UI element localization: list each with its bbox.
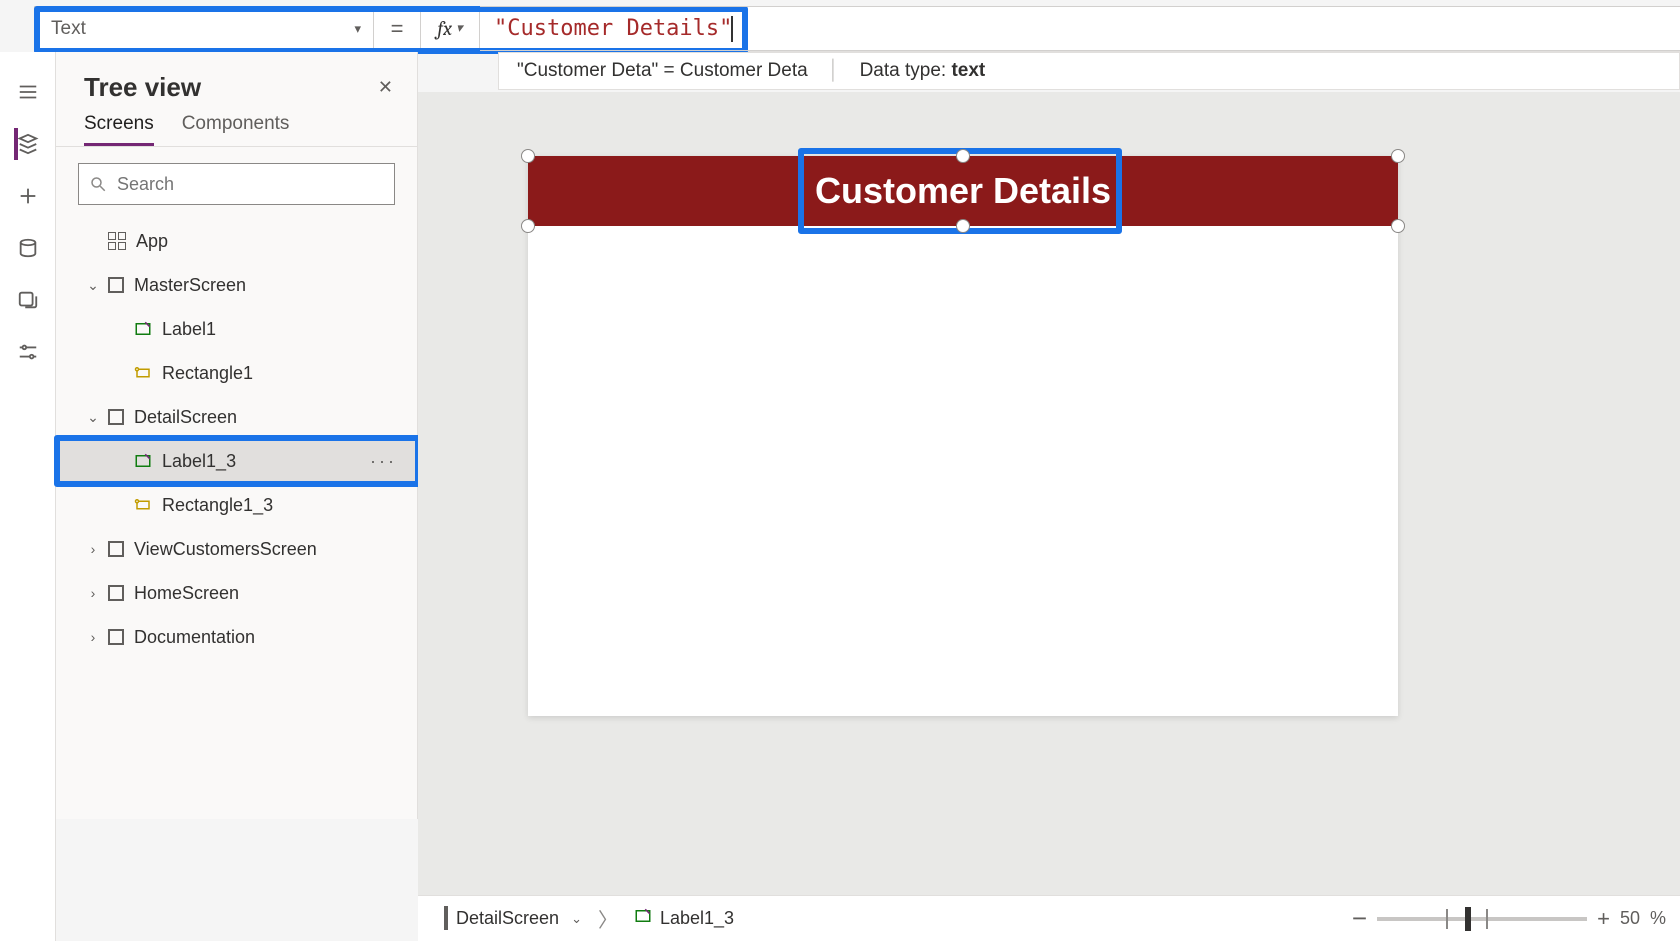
tree-item-label: App <box>136 231 168 252</box>
chevron-down-icon: ▾ <box>354 21 361 37</box>
media-rail-button[interactable] <box>14 286 42 314</box>
zoom-percent: % <box>1650 908 1666 929</box>
label-icon <box>134 320 152 338</box>
data-rail-button[interactable] <box>14 234 42 262</box>
formula-value: "Customer Details" <box>494 16 732 41</box>
tree-search[interactable] <box>78 163 395 205</box>
property-dropdown[interactable]: Text ▾ <box>34 6 374 51</box>
label-icon <box>634 907 652 930</box>
tree-item-documentation[interactable]: › Documentation <box>56 615 417 659</box>
banner-rectangle[interactable]: Customer Details <box>528 156 1398 226</box>
tree-item-masterscreen[interactable]: ⌄ MasterScreen <box>56 263 417 307</box>
chevron-right-icon[interactable]: › <box>84 629 102 645</box>
breadcrumb-screen[interactable]: DetailScreen ⌄ <box>432 908 594 929</box>
zoom-value: 50 <box>1620 908 1640 929</box>
screen-icon <box>108 409 124 425</box>
data-type-value: text <box>951 60 985 81</box>
artboard-detailscreen[interactable]: Customer Details <box>528 156 1398 716</box>
selection-handle[interactable] <box>521 219 535 233</box>
rectangle-icon <box>134 364 152 382</box>
selection-handle[interactable] <box>956 219 970 233</box>
screen-icon <box>444 908 448 929</box>
divider: │ <box>828 60 840 82</box>
tree-item-rectangle1[interactable]: Rectangle1 <box>56 351 417 395</box>
tree-item-label1-3[interactable]: Label1_3 ··· <box>56 439 417 483</box>
tree-item-label: MasterScreen <box>134 275 246 296</box>
chevron-down-icon[interactable]: ⌄ <box>571 911 582 927</box>
zoom-in-button[interactable]: + <box>1597 906 1610 932</box>
app-icon <box>108 232 126 250</box>
screen-icon <box>108 277 124 293</box>
chevron-right-icon[interactable]: › <box>84 585 102 601</box>
label-icon <box>134 452 152 470</box>
tree-item-homescreen[interactable]: › HomeScreen <box>56 571 417 615</box>
tree-item-label: Rectangle1 <box>162 363 253 384</box>
tree-item-label: Label1 <box>162 319 216 340</box>
hamburger-icon[interactable] <box>14 78 42 106</box>
rectangle-icon <box>134 496 152 514</box>
formula-bar: Text ▾ = fx ▾ "Customer Details" <box>34 6 1680 52</box>
text-cursor-icon <box>731 16 733 42</box>
formula-result-bar: "Customer Deta" = Customer Deta │ Data t… <box>498 52 1680 90</box>
tree-item-rectangle1-3[interactable]: Rectangle1_3 <box>56 483 417 527</box>
tree-item-label: ViewCustomersScreen <box>134 539 317 560</box>
tree-item-app[interactable]: App <box>56 219 417 263</box>
tree-item-label1[interactable]: Label1 <box>56 307 417 351</box>
breadcrumb-screen-label: DetailScreen <box>456 908 559 929</box>
data-type-label: Data type: <box>860 60 952 81</box>
chevron-down-icon[interactable]: ⌄ <box>84 409 102 426</box>
chevron-down-icon[interactable]: ⌄ <box>84 277 102 294</box>
tree-item-label: HomeScreen <box>134 583 239 604</box>
tree-view-panel: Tree view ✕ Screens Components App ⌄ Mas… <box>56 52 418 819</box>
screen-icon <box>108 541 124 557</box>
settings-rail-button[interactable] <box>14 338 42 366</box>
fx-label: fx <box>437 17 452 40</box>
tree-search-input[interactable] <box>117 174 394 195</box>
tree-item-label: Label1_3 <box>162 451 236 472</box>
formula-input[interactable]: "Customer Details" <box>480 6 1680 51</box>
fx-button[interactable]: fx ▾ <box>420 6 480 51</box>
tree-list: App ⌄ MasterScreen Label1 Rectangle1 ⌄ D… <box>56 215 417 659</box>
close-icon[interactable]: ✕ <box>378 77 393 98</box>
slider-thumb[interactable] <box>1465 907 1471 931</box>
zoom-controls: − + 50 % <box>1352 903 1666 934</box>
selection-handle[interactable] <box>1391 149 1405 163</box>
highlight-box-tree <box>54 435 421 487</box>
equals-label: = <box>374 6 420 51</box>
zoom-out-button[interactable]: − <box>1352 903 1367 934</box>
screen-icon <box>108 585 124 601</box>
search-icon <box>89 175 107 193</box>
breadcrumb-control-label: Label1_3 <box>660 908 734 929</box>
tab-components[interactable]: Components <box>182 113 290 146</box>
property-dropdown-value: Text <box>51 18 86 40</box>
formula-eval-text: "Customer Deta" = Customer Deta <box>517 60 808 82</box>
chevron-right-icon: 〉 <box>598 904 618 933</box>
tree-view-title: Tree view <box>84 72 201 103</box>
left-rail <box>0 52 56 941</box>
zoom-slider[interactable] <box>1377 917 1587 921</box>
tree-tabs: Screens Components <box>56 113 417 147</box>
tree-item-label: Documentation <box>134 627 255 648</box>
chevron-right-icon[interactable]: › <box>84 541 102 557</box>
banner-label[interactable]: Customer Details <box>815 170 1111 212</box>
selection-handle[interactable] <box>956 149 970 163</box>
tree-item-label: DetailScreen <box>134 407 237 428</box>
screen-icon <box>108 629 124 645</box>
selection-handle[interactable] <box>521 149 535 163</box>
insert-rail-button[interactable] <box>14 182 42 210</box>
tree-item-label: Rectangle1_3 <box>162 495 273 516</box>
selection-handle[interactable] <box>1391 219 1405 233</box>
more-icon[interactable]: ··· <box>370 451 397 472</box>
tree-view-rail-button[interactable] <box>14 130 42 158</box>
breadcrumb-bar: DetailScreen ⌄ 〉 Label1_3 − + 50 % <box>418 895 1680 941</box>
tree-item-viewcustomers[interactable]: › ViewCustomersScreen <box>56 527 417 571</box>
canvas-area[interactable]: Customer Details <box>418 92 1680 895</box>
tab-screens[interactable]: Screens <box>84 113 154 146</box>
tree-item-detailscreen[interactable]: ⌄ DetailScreen <box>56 395 417 439</box>
chevron-down-icon: ▾ <box>456 21 463 36</box>
breadcrumb-control[interactable]: Label1_3 <box>622 907 746 930</box>
